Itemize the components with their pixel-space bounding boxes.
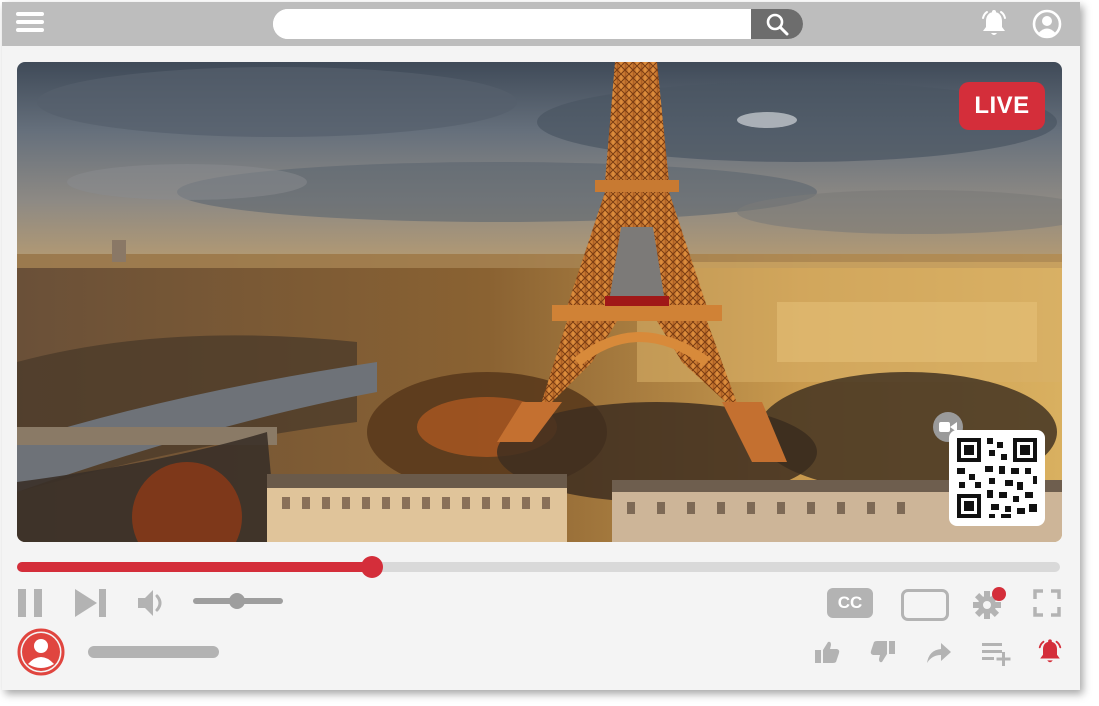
thumbs-down-icon[interactable] bbox=[870, 640, 896, 664]
fullscreen-icon[interactable] bbox=[1033, 589, 1061, 617]
search-bar bbox=[273, 9, 803, 39]
volume-icon[interactable] bbox=[136, 587, 168, 619]
video-display[interactable]: LIVE bbox=[17, 62, 1062, 542]
theater-mode-button[interactable] bbox=[901, 589, 949, 621]
bell-icon[interactable] bbox=[979, 9, 1009, 39]
thumbs-up-icon[interactable] bbox=[814, 640, 840, 664]
progress-bar[interactable] bbox=[17, 556, 1060, 578]
progress-bar-fill bbox=[17, 562, 372, 572]
live-badge: LIVE bbox=[959, 82, 1045, 130]
channel-name-placeholder bbox=[88, 646, 219, 658]
pause-icon[interactable] bbox=[16, 587, 46, 619]
progress-scrubber-handle[interactable] bbox=[360, 556, 383, 578]
closed-captions-button[interactable]: CC bbox=[827, 588, 873, 618]
avatar-icon bbox=[17, 628, 65, 676]
add-to-playlist-icon[interactable] bbox=[981, 640, 1015, 666]
search-button[interactable] bbox=[751, 9, 803, 39]
user-account-icon[interactable] bbox=[1032, 9, 1062, 39]
hamburger-menu-icon[interactable] bbox=[16, 12, 44, 34]
channel-avatar[interactable] bbox=[17, 628, 65, 676]
volume-slider-handle[interactable] bbox=[229, 593, 246, 609]
video-player-window: LIVE CC bbox=[2, 2, 1080, 690]
top-bar bbox=[2, 2, 1080, 46]
qr-code-icon[interactable] bbox=[949, 430, 1045, 526]
notification-dot bbox=[992, 587, 1006, 601]
gear-icon[interactable] bbox=[972, 585, 1010, 621]
search-icon bbox=[766, 13, 789, 36]
skip-next-icon[interactable] bbox=[73, 587, 109, 619]
volume-slider[interactable] bbox=[193, 593, 283, 609]
video-frame-eiffel-tower bbox=[17, 62, 1062, 542]
subscribe-bell-icon[interactable] bbox=[1036, 638, 1064, 666]
search-input[interactable] bbox=[273, 9, 751, 39]
share-arrow-icon[interactable] bbox=[926, 642, 952, 664]
